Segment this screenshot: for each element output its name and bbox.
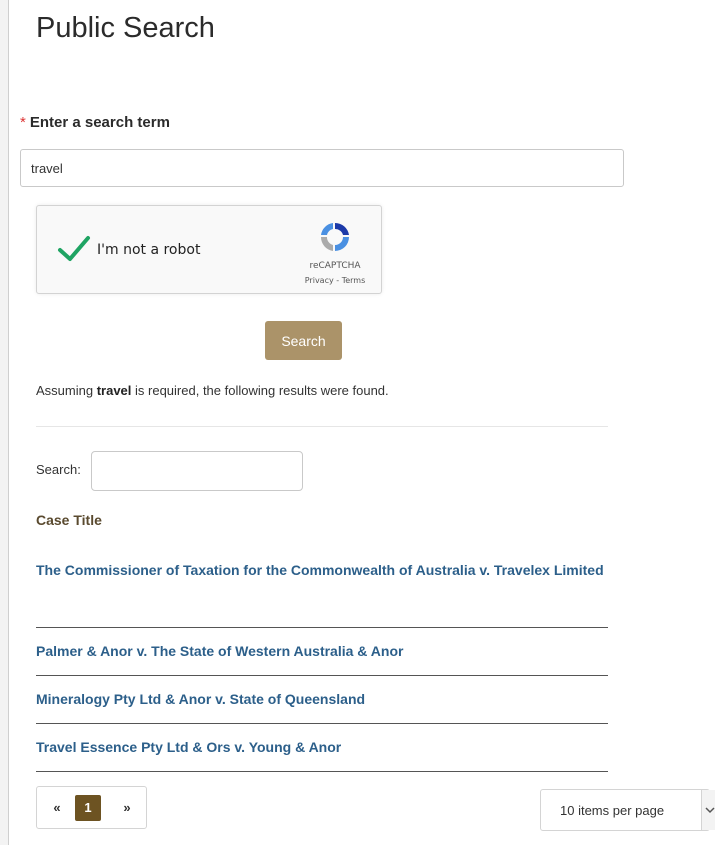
recaptcha-logo-icon — [320, 222, 349, 251]
results-message-term: travel — [96, 383, 132, 398]
pagination-page-1[interactable]: 1 — [75, 795, 101, 821]
case-link[interactable]: Travel Essence Pty Ltd & Ors v. Young & … — [36, 737, 608, 757]
table-row: Mineralogy Pty Ltd & Anor v. State of Qu… — [36, 676, 608, 724]
case-link[interactable]: The Commissioner of Taxation for the Com… — [36, 560, 608, 580]
results-filter-input[interactable] — [91, 451, 303, 491]
chevron-down-icon[interactable] — [701, 790, 715, 830]
items-per-page-select[interactable]: 10 items per page — [540, 789, 715, 831]
table-row: The Commissioner of Taxation for the Com… — [36, 560, 608, 628]
items-per-page-value: 10 items per page — [560, 803, 665, 818]
pagination-prev-button[interactable]: « — [44, 795, 70, 821]
results-message: Assuming travel is required, the followi… — [36, 383, 389, 398]
case-link[interactable]: Mineralogy Pty Ltd & Anor v. State of Qu… — [36, 689, 608, 709]
pagination: « 1 » — [36, 786, 147, 829]
search-button[interactable]: Search — [265, 321, 342, 360]
pagination-next-button[interactable]: » — [114, 795, 140, 821]
divider — [36, 426, 608, 427]
search-term-label: * Enter a search term — [20, 114, 170, 131]
checkmark-icon[interactable] — [57, 234, 91, 264]
results-list: The Commissioner of Taxation for the Com… — [36, 560, 608, 772]
table-row: Travel Essence Pty Ltd & Ors v. Young & … — [36, 724, 608, 772]
results-message-prefix: Assuming — [36, 383, 97, 398]
recaptcha-label: I'm not a robot — [97, 242, 201, 258]
left-border — [0, 0, 9, 845]
search-term-label-text: Enter a search term — [29, 114, 170, 131]
required-marker: * — [20, 114, 26, 131]
recaptcha-links[interactable]: Privacy - Terms — [295, 276, 375, 285]
results-message-suffix: is required, the following results were … — [131, 383, 389, 398]
filter-label: Search: — [36, 462, 81, 477]
table-row: Palmer & Anor v. The State of Western Au… — [36, 628, 608, 676]
search-term-input[interactable] — [20, 149, 624, 187]
case-title-header[interactable]: Case Title — [36, 512, 102, 528]
case-link[interactable]: Palmer & Anor v. The State of Western Au… — [36, 641, 608, 661]
page-title: Public Search — [36, 12, 215, 44]
recaptcha-brand: reCAPTCHA — [309, 261, 361, 271]
recaptcha-widget[interactable]: I'm not a robot reCAPTCHA Privacy - Term… — [36, 205, 382, 294]
